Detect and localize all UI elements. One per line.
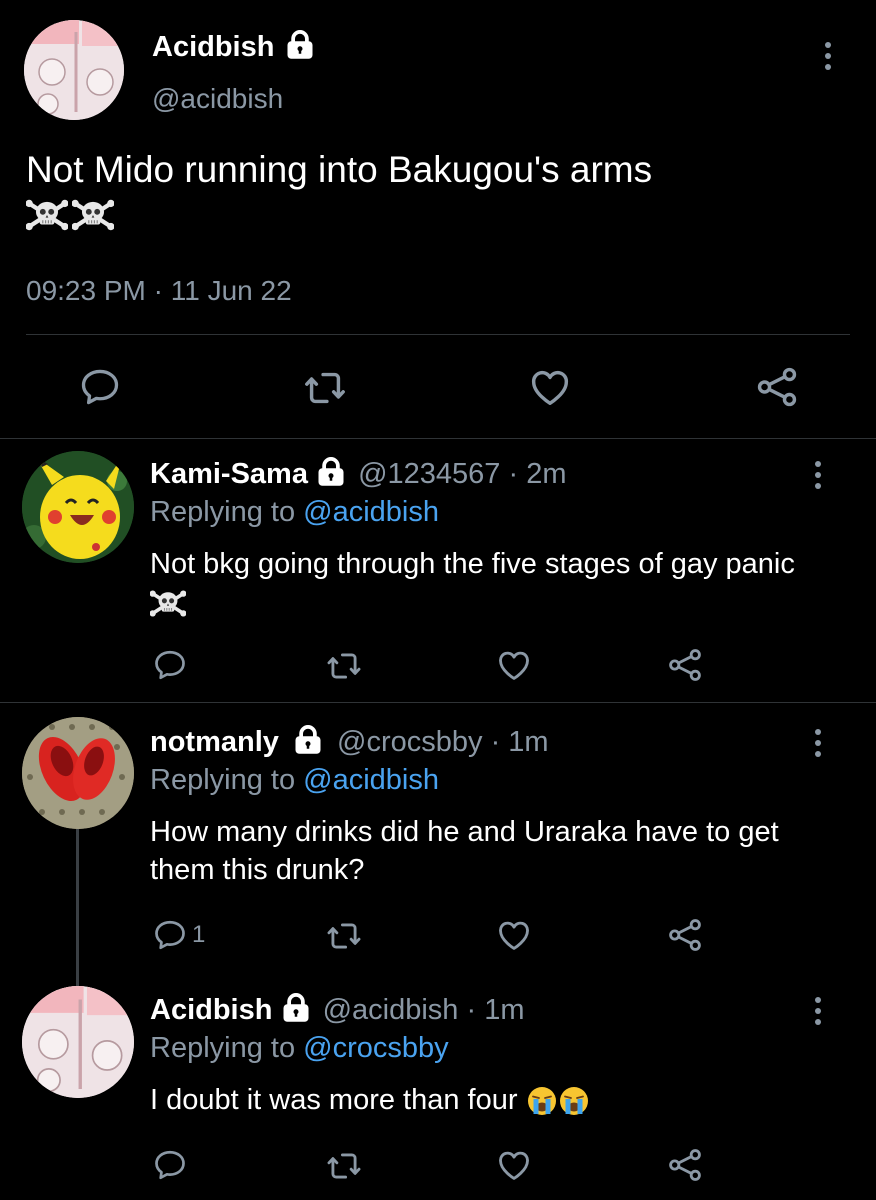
more-icon[interactable] [813, 997, 823, 1030]
avatar-image [24, 20, 124, 120]
user-handle[interactable]: @acidbish [323, 994, 459, 1026]
replying-label: Replying to [150, 764, 296, 796]
replying-to-link[interactable]: @crocsbby [303, 1032, 448, 1064]
heart-icon[interactable] [495, 1146, 533, 1184]
reply-age: · 1m [490, 726, 549, 758]
loudly-crying-face-icon [558, 1085, 590, 1117]
avatar[interactable] [22, 451, 134, 563]
reply-icon[interactable] [78, 365, 122, 409]
avatar[interactable] [24, 20, 124, 120]
reply-icon[interactable] [152, 917, 188, 953]
reply-icon[interactable] [152, 647, 188, 683]
reply-text-content: Not bkg going through the five stages of… [150, 548, 795, 580]
replying-to: Replying to @acidbish [150, 763, 439, 797]
lock-icon [316, 457, 346, 487]
reply-icon[interactable] [152, 1147, 188, 1183]
heart-icon[interactable] [495, 916, 533, 954]
tweet-time: 09:23 PM [26, 275, 146, 306]
divider [0, 702, 876, 703]
avatar[interactable] [22, 986, 134, 1098]
replying-label: Replying to [150, 1032, 296, 1064]
reply-text: Not bkg going through the five stages of… [150, 545, 810, 621]
reply-header: notmanly @crocsbby · 1m [150, 725, 549, 759]
lock-icon [281, 993, 311, 1023]
share-icon[interactable] [666, 916, 704, 954]
retweet-icon[interactable] [325, 917, 363, 955]
more-icon[interactable] [823, 42, 833, 75]
tweet-date: 11 Jun 22 [170, 275, 292, 306]
retweet-icon[interactable] [325, 647, 363, 685]
replying-to-link[interactable]: @acidbish [303, 496, 439, 528]
share-icon[interactable] [754, 364, 800, 410]
display-name[interactable]: notmanly [150, 726, 279, 758]
heart-icon[interactable] [527, 364, 573, 410]
avatar[interactable] [22, 717, 134, 829]
date-separator: · [153, 275, 163, 306]
retweet-icon[interactable] [302, 365, 348, 411]
reply-text: How many drinks did he and Uraraka have … [150, 816, 779, 886]
replying-to: Replying to @acidbish [150, 495, 439, 529]
tweet-timestamp: 09:23 PM · 11 Jun 22 [26, 274, 292, 308]
divider [0, 438, 876, 439]
replying-label: Replying to [150, 496, 296, 528]
more-icon[interactable] [813, 461, 823, 494]
skull-crossbones-icon [150, 589, 186, 618]
reply-age: · 1m [466, 994, 525, 1026]
reply-header: Acidbish @acidbish · 1m [150, 993, 525, 1027]
lock-icon [285, 30, 315, 60]
share-icon[interactable] [666, 646, 704, 684]
avatar-image [22, 717, 134, 829]
reply-text: I doubt it was more than four [150, 1081, 820, 1119]
divider [26, 334, 850, 335]
tweet-text: Not Mido running into Bakugou's arms [26, 149, 653, 190]
thread-line [76, 828, 79, 988]
display-name[interactable]: Kami-Sama [150, 458, 308, 490]
reply-text-content: I doubt it was more than four [150, 1084, 518, 1116]
heart-icon[interactable] [495, 646, 533, 684]
replying-to: Replying to @crocsbby [150, 1031, 449, 1065]
replying-to-link[interactable]: @acidbish [303, 764, 439, 796]
skull-crossbones-icon [26, 198, 68, 232]
user-handle[interactable]: @acidbish [152, 82, 283, 116]
display-name[interactable]: Acidbish [152, 30, 315, 64]
reply-count: 1 [192, 921, 206, 948]
share-icon[interactable] [666, 1146, 704, 1184]
avatar-image [22, 451, 134, 563]
skull-crossbones-icon [72, 198, 114, 232]
user-handle[interactable]: @1234567 [358, 458, 500, 490]
skull-emoji [26, 198, 114, 238]
display-name-text: Acidbish [152, 31, 275, 63]
loudly-crying-face-icon [526, 1085, 558, 1117]
display-name[interactable]: Acidbish [150, 994, 272, 1026]
reply-header: Kami-Sama @1234567 · 2m [150, 457, 567, 491]
reply-age: · 2m [508, 458, 567, 490]
avatar-image [22, 986, 134, 1098]
retweet-icon[interactable] [325, 1147, 363, 1185]
user-handle[interactable]: @crocsbby [337, 726, 482, 758]
lock-icon [293, 725, 323, 755]
more-icon[interactable] [813, 729, 823, 762]
